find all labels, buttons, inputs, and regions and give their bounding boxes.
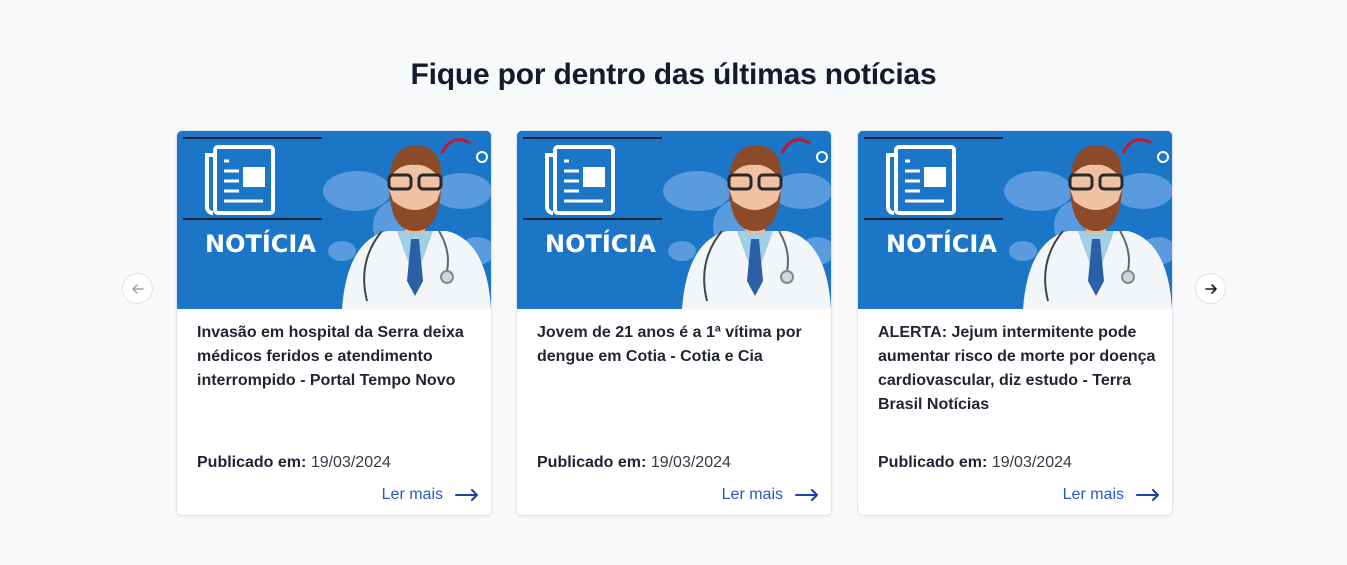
- published-date: 19/03/2024: [650, 454, 731, 471]
- section-title: Fique por dentro das últimas notícias: [410, 58, 937, 91]
- published-date: 19/03/2024: [991, 454, 1072, 471]
- read-more-label: Ler mais: [381, 486, 443, 503]
- news-thumbnail: NOTÍCIA: [858, 131, 1172, 309]
- thumbnail-label: NOTÍCIA: [886, 229, 997, 258]
- news-card[interactable]: NOTÍCIA Invasão em hospital da Serra dei…: [176, 130, 492, 516]
- arrow-right-icon: [455, 489, 478, 501]
- card-title[interactable]: Jovem de 21 anos é a 1ª vítima por dengu…: [537, 321, 819, 369]
- read-more-label: Ler mais: [1062, 486, 1124, 503]
- news-card[interactable]: NOTÍCIA ALERTA: Jejum intermitente pode …: [857, 130, 1173, 516]
- arrow-right-icon: [795, 489, 818, 501]
- published-line: Publicado em: 19/03/2024: [878, 454, 1072, 472]
- arrow-right-icon: [1204, 283, 1217, 294]
- news-carousel: NOTÍCIA Invasão em hospital da Serra dei…: [176, 130, 1174, 516]
- published-line: Publicado em: 19/03/2024: [197, 454, 391, 472]
- read-more-label: Ler mais: [721, 486, 783, 503]
- news-thumbnail: NOTÍCIA: [517, 131, 831, 309]
- published-label: Publicado em:: [197, 454, 307, 471]
- thumbnail-label: NOTÍCIA: [545, 229, 656, 258]
- published-label: Publicado em:: [878, 454, 988, 471]
- news-thumbnail: NOTÍCIA: [177, 131, 491, 309]
- arrow-right-icon: [1136, 489, 1159, 501]
- carousel-next-button[interactable]: [1195, 273, 1226, 304]
- card-title[interactable]: Invasão em hospital da Serra deixa médic…: [197, 321, 479, 393]
- card-title[interactable]: ALERTA: Jejum intermitente pode aumentar…: [878, 321, 1160, 417]
- read-more-link[interactable]: Ler mais: [382, 486, 479, 504]
- news-section: Fique por dentro das últimas notícias NO…: [0, 0, 1347, 565]
- carousel-prev-button[interactable]: [122, 273, 153, 304]
- thumbnail-label: NOTÍCIA: [205, 229, 316, 258]
- published-line: Publicado em: 19/03/2024: [537, 454, 731, 472]
- published-label: Publicado em:: [537, 454, 647, 471]
- news-card[interactable]: NOTÍCIA Jovem de 21 anos é a 1ª vítima p…: [516, 130, 832, 516]
- read-more-link[interactable]: Ler mais: [722, 486, 819, 504]
- published-date: 19/03/2024: [310, 454, 391, 471]
- arrow-left-icon: [131, 283, 144, 294]
- read-more-link[interactable]: Ler mais: [1063, 486, 1160, 504]
